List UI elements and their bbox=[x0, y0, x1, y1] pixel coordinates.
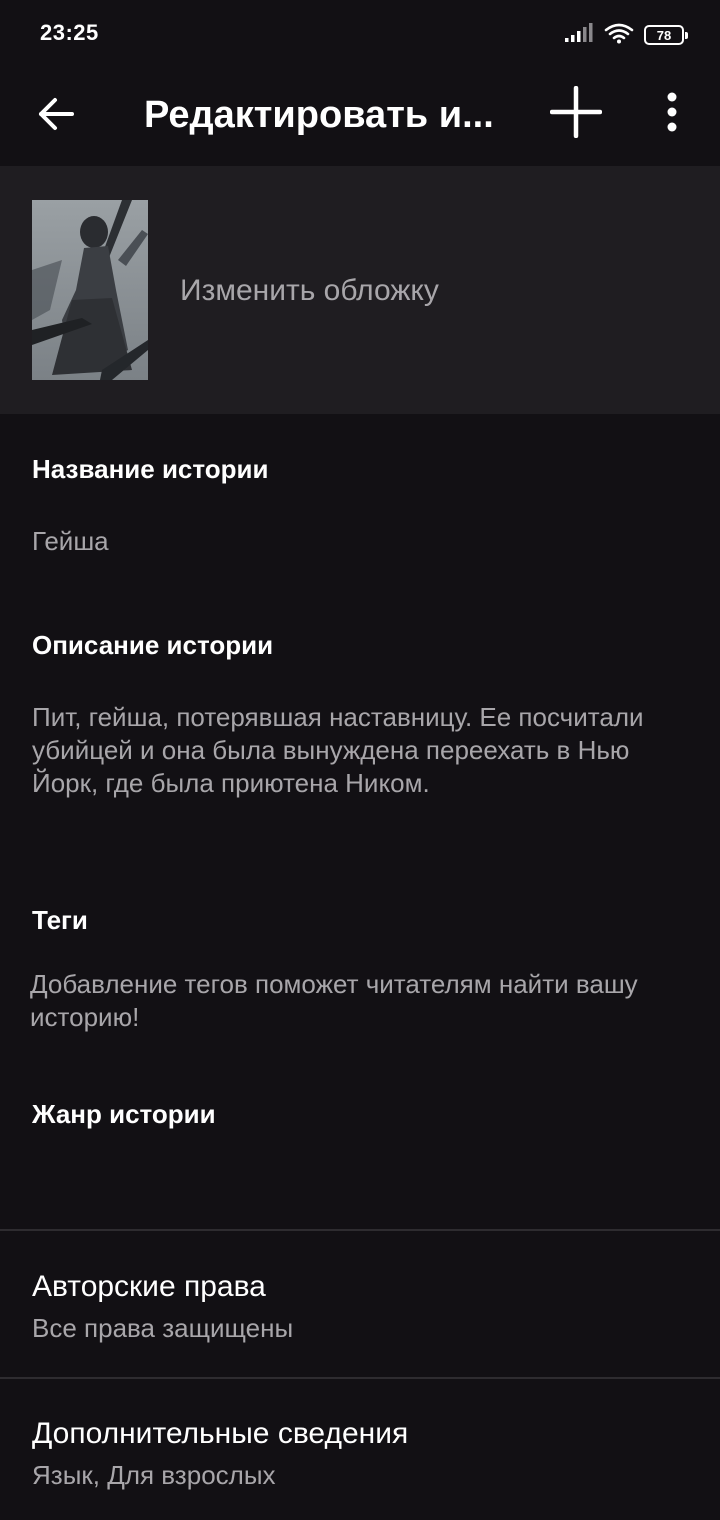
story-title-label: Название истории bbox=[32, 454, 269, 484]
wifi-icon bbox=[604, 22, 634, 49]
cover-image[interactable] bbox=[32, 200, 148, 380]
copyright-title: Авторские права bbox=[32, 1270, 266, 1303]
status-icons: 78 bbox=[564, 22, 688, 49]
story-title-value[interactable]: Гейша bbox=[32, 525, 702, 558]
change-cover-label[interactable]: Изменить обложку bbox=[180, 274, 439, 308]
more-options-button[interactable] bbox=[640, 78, 704, 150]
story-description-label: Описание истории bbox=[32, 630, 274, 660]
plus-icon bbox=[549, 85, 603, 143]
battery-icon: 78 bbox=[644, 25, 688, 45]
copyright-row[interactable] bbox=[0, 1231, 720, 1377]
cover-section[interactable]: Изменить обложку bbox=[0, 166, 720, 414]
tags-placeholder[interactable]: Добавление тегов поможет читателям найти… bbox=[30, 968, 700, 1034]
additional-info-value: Язык, Для взрослых bbox=[32, 1460, 276, 1490]
app-bar: Редактировать и... bbox=[0, 66, 720, 166]
back-arrow-icon bbox=[36, 94, 76, 139]
copyright-value: Все права защищены bbox=[32, 1313, 294, 1343]
battery-tip bbox=[685, 32, 688, 39]
additional-info-title: Дополнительные сведения bbox=[32, 1417, 409, 1450]
battery-level: 78 bbox=[656, 27, 672, 43]
page-title: Редактировать и... bbox=[144, 94, 494, 136]
more-vertical-icon bbox=[666, 92, 678, 137]
status-time: 23:25 bbox=[40, 20, 99, 45]
signal-icon bbox=[564, 22, 594, 48]
status-bar: 23:25 78 bbox=[0, 0, 720, 66]
add-button[interactable] bbox=[540, 78, 612, 150]
genre-select[interactable] bbox=[0, 1090, 720, 1210]
story-description-value[interactable]: Пит, гейша, потерявшая наставницу. Ее по… bbox=[32, 701, 702, 800]
tags-label: Теги bbox=[32, 905, 88, 935]
back-button[interactable] bbox=[22, 82, 90, 150]
